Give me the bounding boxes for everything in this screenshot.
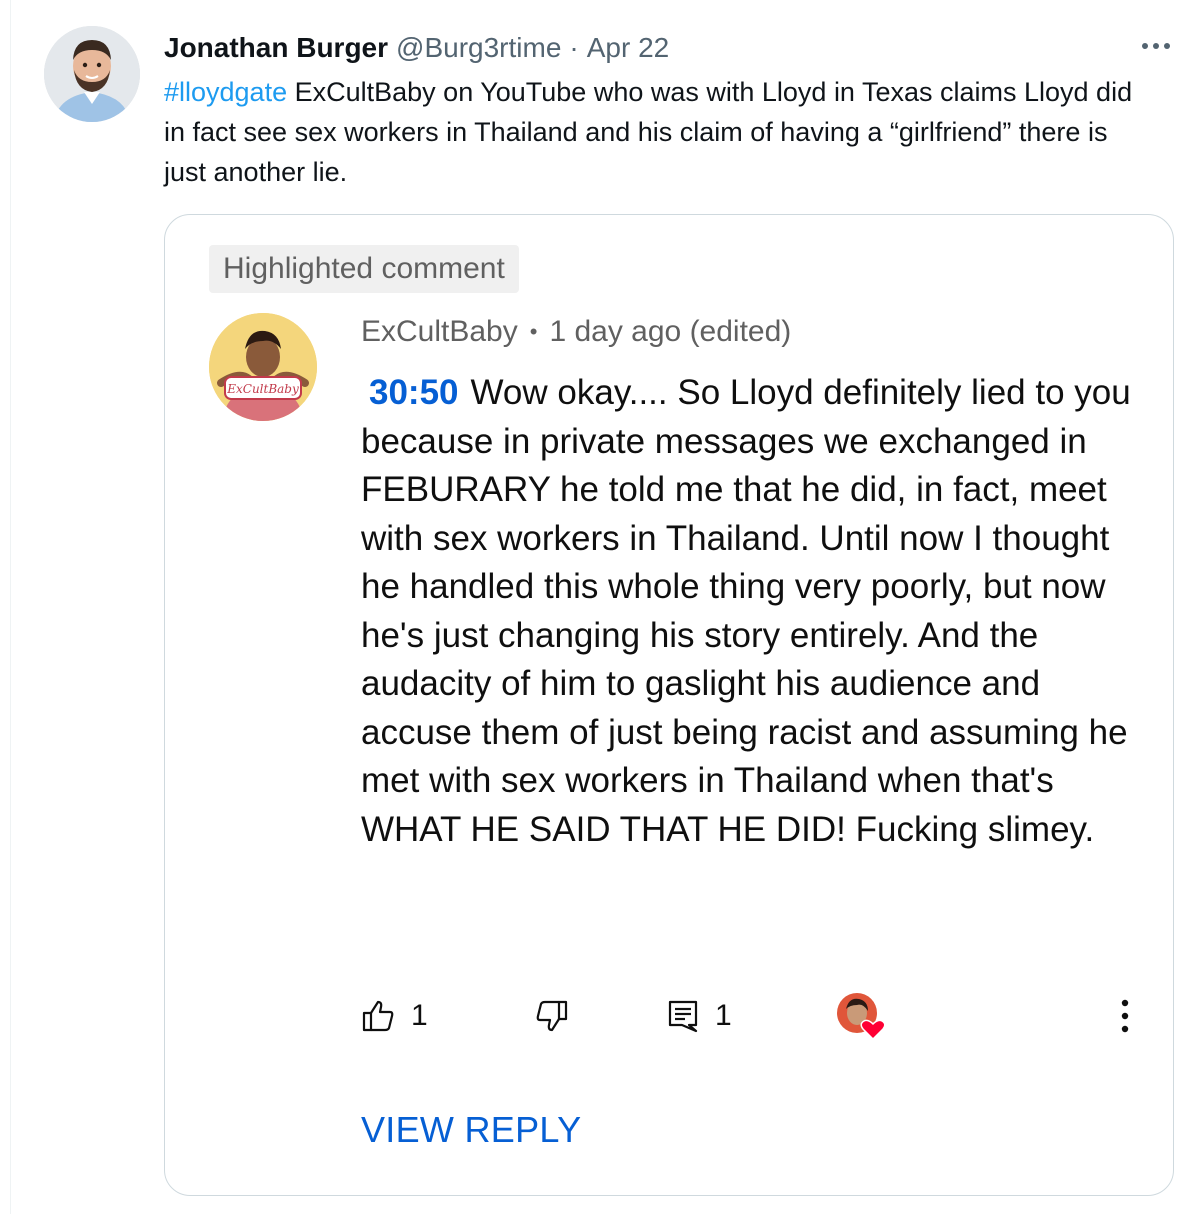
tweet-text: #lloydgate ExCultBaby on YouTube who was… xyxy=(164,72,1144,192)
author-handle[interactable]: @Burg3rtime xyxy=(396,32,561,64)
comment-author[interactable]: ExCultBaby xyxy=(361,315,518,349)
creator-heart-badge[interactable] xyxy=(835,991,886,1041)
like-count: 1 xyxy=(411,999,428,1032)
author-avatar[interactable] xyxy=(44,26,140,122)
reply-count-button[interactable]: 1 xyxy=(667,991,732,1041)
comment-meta: ExCultBaby • 1 day ago (edited) xyxy=(361,315,791,349)
embedded-image-card[interactable]: Highlighted comment ExCultBaby ExCultBab… xyxy=(164,214,1174,1196)
more-vertical-icon[interactable] xyxy=(1113,997,1137,1037)
like-button[interactable]: 1 xyxy=(361,991,428,1041)
comment-body: 30:50 Wow okay.... So Lloyd definitely li… xyxy=(361,369,1141,854)
video-timestamp-link[interactable]: 30:50 xyxy=(369,373,459,412)
comment-icon xyxy=(668,1000,698,1033)
tweet-body: ExCultBaby on YouTube who was with Lloyd… xyxy=(164,77,1133,187)
author-display-name[interactable]: Jonathan Burger xyxy=(164,32,388,64)
comment-actions: 1 1 xyxy=(361,991,1141,1041)
heart-icon xyxy=(860,1019,886,1041)
reply-count: 1 xyxy=(715,999,732,1032)
comment-text: Wow okay.... So Lloyd definitely lied to… xyxy=(361,373,1131,849)
hashtag-link[interactable]: #lloydgate xyxy=(164,77,287,107)
dislike-button[interactable] xyxy=(535,991,569,1041)
view-reply-button[interactable]: VIEW REPLY xyxy=(361,1109,581,1151)
tweet-date[interactable]: Apr 22 xyxy=(587,32,670,64)
commenter-avatar[interactable]: ExCultBaby xyxy=(209,313,317,421)
tweet-header: Jonathan Burger @Burg3rtime · Apr 22 xyxy=(164,28,669,68)
thumbs-up-icon xyxy=(362,1000,394,1032)
comment-time[interactable]: 1 day ago (edited) xyxy=(549,315,791,349)
meta-dot: • xyxy=(529,319,538,344)
more-horizontal-icon[interactable] xyxy=(1140,34,1172,58)
avatar-logo-text: ExCultBaby xyxy=(226,382,299,396)
highlighted-comment-badge: Highlighted comment xyxy=(209,245,519,293)
thumbs-down-icon xyxy=(536,1000,568,1032)
header-separator: · xyxy=(569,32,579,63)
timeline-border xyxy=(10,0,11,1214)
